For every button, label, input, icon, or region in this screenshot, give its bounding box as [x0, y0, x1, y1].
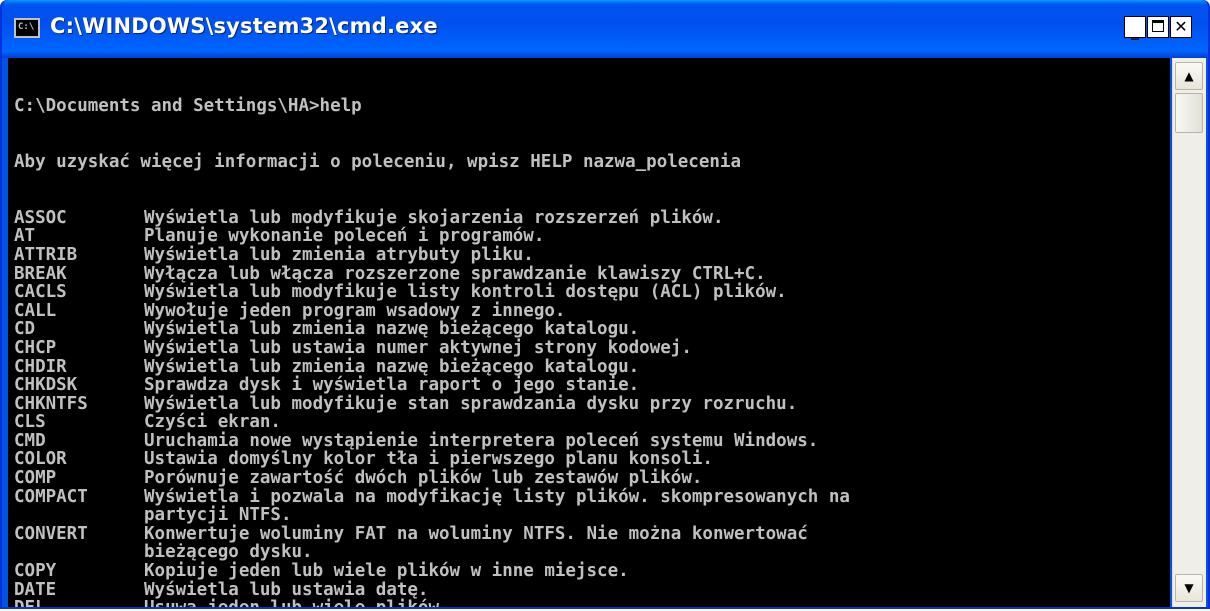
help-entry-row: AT Planuje wykonanie poleceń i programów. [14, 227, 850, 246]
help-entry-row: COPY Kopiuje jeden lub wiele plików w inn… [14, 562, 850, 581]
command-description: Wyłącza lub włącza rozszerzone sprawdzan… [144, 263, 766, 284]
maximize-button[interactable] [1147, 16, 1169, 38]
help-entry-row: ASSOC Wyświetla lub modyfikuje skojarzeni… [14, 207, 850, 228]
help-entry-row: COLOR Ustawia domyślny kolor tła i pierws… [14, 450, 850, 469]
console-icon[interactable]: C:\ [14, 18, 40, 38]
help-entry-row: CONVERT Konwertuje woluminy FAT na wolumi… [14, 525, 850, 544]
command-description: Ustawia domyślny kolor tła i pierwszego … [144, 449, 713, 470]
help-entry-row: CHCP Wyświetla lub ustawia numer aktywnej… [14, 339, 850, 358]
vertical-scrollbar[interactable]: ▲ ▼ [1172, 58, 1206, 607]
arrow-up-icon: ▲ [1184, 69, 1194, 83]
console-output[interactable]: C:\Documents and Settings\HA>help Aby uz… [8, 58, 1170, 607]
command-description: Wywołuje jeden program wsadowy z innego. [144, 300, 566, 321]
command-description: Wyświetla lub modyfikuje skojarzenia roz… [144, 207, 724, 228]
help-entry-row: COMPACT Wyświetla i pozwala na modyfikacj… [14, 486, 850, 507]
command-name: DEL [14, 599, 144, 607]
command-description: Wyświetla lub ustawia numer aktywnej str… [144, 337, 692, 358]
command-name: COLOR [14, 449, 67, 470]
help-entry-row: bieżącego dysku. [14, 543, 850, 562]
command-name: COPY [14, 561, 57, 582]
command-name: COMP [14, 468, 57, 489]
help-entry-row: CHKDSK Sprawdza dysk i wyświetla raport o… [14, 376, 850, 395]
command-name: CACLS [14, 282, 67, 303]
help-entry-row: ATTRIB Wyświetla lub zmienia atrybuty pli… [14, 246, 850, 265]
close-icon: ✕ [1174, 17, 1188, 36]
help-entry-row: partycji NTFS. [14, 506, 850, 525]
command-description: Sprawdza dysk i wyświetla raport o jego … [144, 375, 640, 396]
command-name: COMPACT [14, 486, 88, 507]
command-name: AT [14, 226, 36, 247]
command-name: CHDIR [14, 356, 67, 377]
title-bar[interactable]: C:\ C:\WINDOWS\system32\cmd.exe _ ✕ [2, 0, 1208, 58]
scroll-down-button[interactable]: ▼ [1175, 574, 1203, 602]
command-description: partycji NTFS. [144, 505, 292, 526]
help-entry-row: CD Wyświetla lub zmienia nazwę bieżącego … [14, 320, 850, 339]
command-name: ATTRIB [14, 244, 78, 265]
arrow-down-icon: ▼ [1184, 581, 1194, 595]
console-lines: C:\Documents and Settings\HA>help Aby uz… [14, 60, 850, 607]
command-description: Wyświetla lub modyfikuje stan sprawdzani… [144, 393, 798, 414]
help-entry-row: CHKNTFS Wyświetla lub modyfikuje stan spr… [14, 393, 850, 414]
command-name: CHKNTFS [14, 393, 88, 414]
command-name: CONVERT [14, 523, 88, 544]
command-name: CHKDSK [14, 375, 78, 396]
help-entry-row: BREAK Wyłącza lub włącza rozszerzone spra… [14, 263, 850, 284]
command-name: CMD [14, 430, 46, 451]
help-entry-row: CLS Czyści ekran. [14, 413, 850, 432]
command-name: CHCP [14, 337, 57, 358]
prompt-line: C:\Documents and Settings\HA>help [14, 96, 362, 117]
minimize-button[interactable]: _ [1124, 16, 1146, 40]
command-description: Wyświetla lub zmienia nazwę bieżącego ka… [144, 356, 640, 377]
command-description: Czyści ekran. [144, 412, 281, 433]
help-entry-row: CMD Uruchamia nowe wystąpienie interprete… [14, 432, 850, 451]
command-description: Wyświetla lub modyfikuje listy kontroli … [144, 282, 787, 303]
help-entry-row: DELUsuwa jeden lub wiele plików. [14, 599, 850, 607]
command-name: CD [14, 319, 36, 340]
command-description: Wyświetla lub zmienia nazwę bieżącego ka… [144, 319, 640, 340]
window-title: C:\WINDOWS\system32\cmd.exe [50, 14, 438, 38]
command-description: Wyświetla lub ustawia datę. [144, 579, 429, 600]
help-entry-row: DATE Wyświetla lub ustawia datę. [14, 579, 850, 600]
command-description: Uruchamia nowe wystąpienie interpretera … [144, 430, 819, 451]
scroll-up-button[interactable]: ▲ [1175, 62, 1203, 90]
help-entry-row: CHDIR Wyświetla lub zmienia nazwę bieżące… [14, 356, 850, 377]
command-description: Planuje wykonanie poleceń i programów. [144, 226, 545, 247]
command-name: BREAK [14, 263, 67, 284]
command-description: Porównuje zawartość dwóch plików lub zes… [144, 468, 703, 489]
command-name: CLS [14, 412, 46, 433]
command-name: ASSOC [14, 207, 67, 228]
command-description: Wyświetla i pozwala na modyfikację listy… [144, 486, 850, 507]
help-intro-line: Aby uzyskać więcej informacji o poleceni… [14, 151, 741, 172]
command-name: DATE [14, 579, 57, 600]
command-description: Konwertuje woluminy FAT na woluminy NTFS… [144, 523, 808, 544]
command-description: Kopiuje jeden lub wiele plików w inne mi… [144, 561, 629, 582]
maximize-icon [1152, 20, 1164, 32]
close-button[interactable]: ✕ [1170, 16, 1192, 38]
minimize-icon: _ [1131, 21, 1139, 40]
scroll-thumb[interactable] [1175, 93, 1203, 133]
command-description: bieżącego dysku. [144, 542, 313, 563]
help-entry-row: CALL Wywołuje jeden program wsadowy z inn… [14, 300, 850, 321]
command-description: Wyświetla lub zmienia atrybuty pliku. [144, 244, 534, 265]
help-entry-row: COMP Porównuje zawartość dwóch plików lub… [14, 469, 850, 488]
help-entry-row: CACLS Wyświetla lub modyfikuje listy kont… [14, 283, 850, 302]
cmd-window: C:\ C:\WINDOWS\system32\cmd.exe _ ✕ C:\D… [0, 0, 1210, 609]
command-name: CALL [14, 300, 57, 321]
command-description: Usuwa jeden lub wiele plików. [144, 598, 450, 607]
